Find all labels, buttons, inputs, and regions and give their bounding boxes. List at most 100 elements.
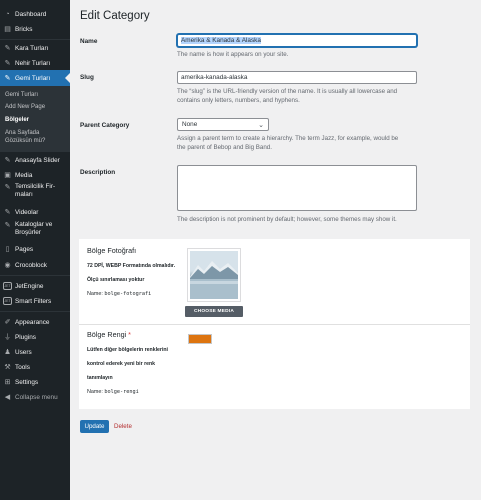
color-field-key: bolge-rengi xyxy=(104,389,139,395)
sidebar-item-label: Media xyxy=(15,171,33,179)
wrench-icon: ⚒ xyxy=(4,364,11,371)
slug-field[interactable]: amerika-kanada-alaska xyxy=(177,71,417,84)
sidebar-item-users[interactable]: ♟ Users xyxy=(0,344,70,360)
sidebar-item-label: Nehir Turları xyxy=(15,59,51,67)
sidebar-item-label: Users xyxy=(15,348,32,356)
collapse-menu-button[interactable]: ◀ Collapse menu xyxy=(0,389,70,405)
submenu-item-gemi-turlari[interactable]: Gemi Turları xyxy=(5,92,67,100)
sidebar-item-plugins[interactable]: ⏚ Plugins xyxy=(0,329,70,345)
name-field[interactable]: Amerika & Kanada & Alaska xyxy=(177,34,417,47)
video-icon: ✎ xyxy=(4,209,11,216)
name-prefix: Name: xyxy=(87,291,103,297)
collapse-icon: ◀ xyxy=(4,394,11,401)
parent-description-line-1: Assign a parent term to create a hierarc… xyxy=(177,135,399,142)
pin-icon: ✎ xyxy=(4,221,11,229)
parent-category-select[interactable]: None ⌄ xyxy=(177,118,269,131)
sidebar-item-label: Anasayfa Slider xyxy=(15,156,60,164)
sidebar-item-label: Appearance xyxy=(15,318,50,326)
delete-link[interactable]: Delete xyxy=(114,423,132,430)
name-description: The name is how it appears on your site. xyxy=(177,51,289,58)
jet-icon: JET xyxy=(3,297,12,305)
sidebar-item-kataloglar[interactable]: ✎ Kataloglar ve Broşürler xyxy=(0,221,70,241)
region-photo-thumbnail[interactable] xyxy=(187,248,241,302)
description-textarea[interactable] xyxy=(177,165,417,211)
photo-field-note-2: Ölçü sınırlaması yoktur xyxy=(87,277,145,283)
sidebar-item-label: Collapse menu xyxy=(15,393,58,401)
description-label: Description xyxy=(80,169,116,176)
sidebar-item-jetengine[interactable]: JET JetEngine xyxy=(0,278,70,294)
crocoblock-icon: ◉ xyxy=(4,262,11,269)
choose-media-button[interactable]: CHOOSE MEDIA xyxy=(185,306,243,317)
sidebar-item-label: Dashboard xyxy=(15,10,47,18)
color-swatch[interactable] xyxy=(188,334,212,344)
slug-description-line-1: The “slug” is the URL-friendly version o… xyxy=(177,88,398,95)
brush-icon: ✐ xyxy=(4,319,11,326)
sidebar-item-label: Crocoblock xyxy=(15,261,47,269)
submenu-item-ana-sayfada[interactable]: Ana Sayfada Gözüksün mü? xyxy=(5,130,67,145)
sidebar-item-videolar[interactable]: ✎ Videolar xyxy=(0,204,70,220)
color-title-text: Bölge Rengi xyxy=(87,330,127,339)
name-field-value: Amerika & Kanada & Alaska xyxy=(181,37,261,44)
photo-field-key: bolge-fotografi xyxy=(104,291,152,297)
chevron-down-icon: ⌄ xyxy=(258,122,264,129)
parent-category-value: None xyxy=(182,121,198,128)
panel-divider xyxy=(79,324,470,325)
sidebar-item-label: Smart Filters xyxy=(15,297,52,305)
pin-icon: ✎ xyxy=(4,157,11,164)
sidebar-item-appearance[interactable]: ✐ Appearance xyxy=(0,314,70,330)
submenu: Gemi Turları Add New Page Bölgeler Ana S… xyxy=(0,86,70,152)
name-label: Name xyxy=(80,38,98,45)
sidebar-item-label: Temsilcilik Fir-maları xyxy=(15,183,56,198)
sidebar-item-anasayfa-slider[interactable]: ✎ Anasayfa Slider xyxy=(0,152,70,168)
sidebar-item-pages[interactable]: ▯ Pages xyxy=(0,241,70,257)
sidebar-item-nehir-turlari[interactable]: ✎ Nehir Turları xyxy=(0,55,70,71)
sidebar-item-label: JetEngine xyxy=(15,282,44,290)
color-field-note-2: kontrol ederek yeni bir renk xyxy=(87,361,156,367)
photo-field-name: Name: bolge-fotografi xyxy=(87,291,151,297)
sidebar-item-smart-filters[interactable]: JET Smart Filters xyxy=(0,293,70,309)
sidebar-item-label: Tools xyxy=(15,363,30,371)
sidebar-item-settings[interactable]: ⊞ Settings xyxy=(0,374,70,390)
sidebar-item-kara-turlari[interactable]: ✎ Kara Turları xyxy=(0,40,70,56)
settings-icon: ⊞ xyxy=(4,379,11,386)
sidebar-item-gemi-turlari[interactable]: ✎ Gemi Turları xyxy=(0,70,70,86)
slug-field-value: amerika-kanada-alaska xyxy=(181,74,248,81)
sidebar-item-crocoblock[interactable]: ◉ Crocoblock xyxy=(0,257,70,273)
mountain-lake-image xyxy=(190,251,238,299)
required-marker: * xyxy=(128,330,131,339)
parent-category-label: Parent Category xyxy=(80,122,130,129)
plug-icon: ⏚ xyxy=(4,334,11,341)
sidebar-item-media[interactable]: ▣ Media xyxy=(0,167,70,183)
sidebar-item-temsilcilik[interactable]: ✎ Temsilcilik Fir-maları xyxy=(0,183,70,203)
active-menu-arrow xyxy=(65,73,70,83)
color-field-title: Bölge Rengi * xyxy=(87,330,131,339)
update-button[interactable]: Update xyxy=(80,420,109,433)
sidebar-item-label: Kataloglar ve Broşürler xyxy=(15,221,53,236)
sidebar-item-label: Pages xyxy=(15,245,34,253)
sidebar-separator xyxy=(0,275,70,276)
pin-icon: ✎ xyxy=(4,75,11,82)
submenu-item-bolgeler[interactable]: Bölgeler xyxy=(5,117,67,125)
photo-field-title: Bölge Fotoğrafı xyxy=(87,246,137,255)
dashboard-icon: ◔ xyxy=(5,10,10,18)
sidebar-item-label: Bricks xyxy=(15,25,33,33)
pages-icon: ▯ xyxy=(5,246,10,253)
description-help: The description is not prominent by defa… xyxy=(177,216,397,223)
sidebar-item-bricks[interactable]: ▤ Bricks xyxy=(0,21,70,37)
media-icon: ▣ xyxy=(4,172,11,179)
sidebar-item-label: Plugins xyxy=(15,333,36,341)
page-title: Edit Category xyxy=(80,10,150,22)
submenu-item-add-new[interactable]: Add New Page xyxy=(5,104,67,112)
sidebar-item-label: Videolar xyxy=(15,208,39,216)
sidebar-separator xyxy=(0,311,70,312)
name-prefix: Name: xyxy=(87,389,103,395)
bricks-icon: ▤ xyxy=(4,26,11,33)
sidebar-item-tools[interactable]: ⚒ Tools xyxy=(0,359,70,375)
sidebar-item-dashboard[interactable]: ◔ Dashboard xyxy=(0,6,70,22)
user-icon: ♟ xyxy=(4,349,11,356)
pin-icon: ✎ xyxy=(4,60,11,67)
admin-sidebar: ◔ Dashboard ▤ Bricks ✎ Kara Turları ✎ Nehir … xyxy=(0,0,70,500)
landscape-image xyxy=(190,251,238,299)
sidebar-item-label: Gemi Turları xyxy=(15,74,51,82)
sidebar-item-label: Settings xyxy=(15,378,39,386)
